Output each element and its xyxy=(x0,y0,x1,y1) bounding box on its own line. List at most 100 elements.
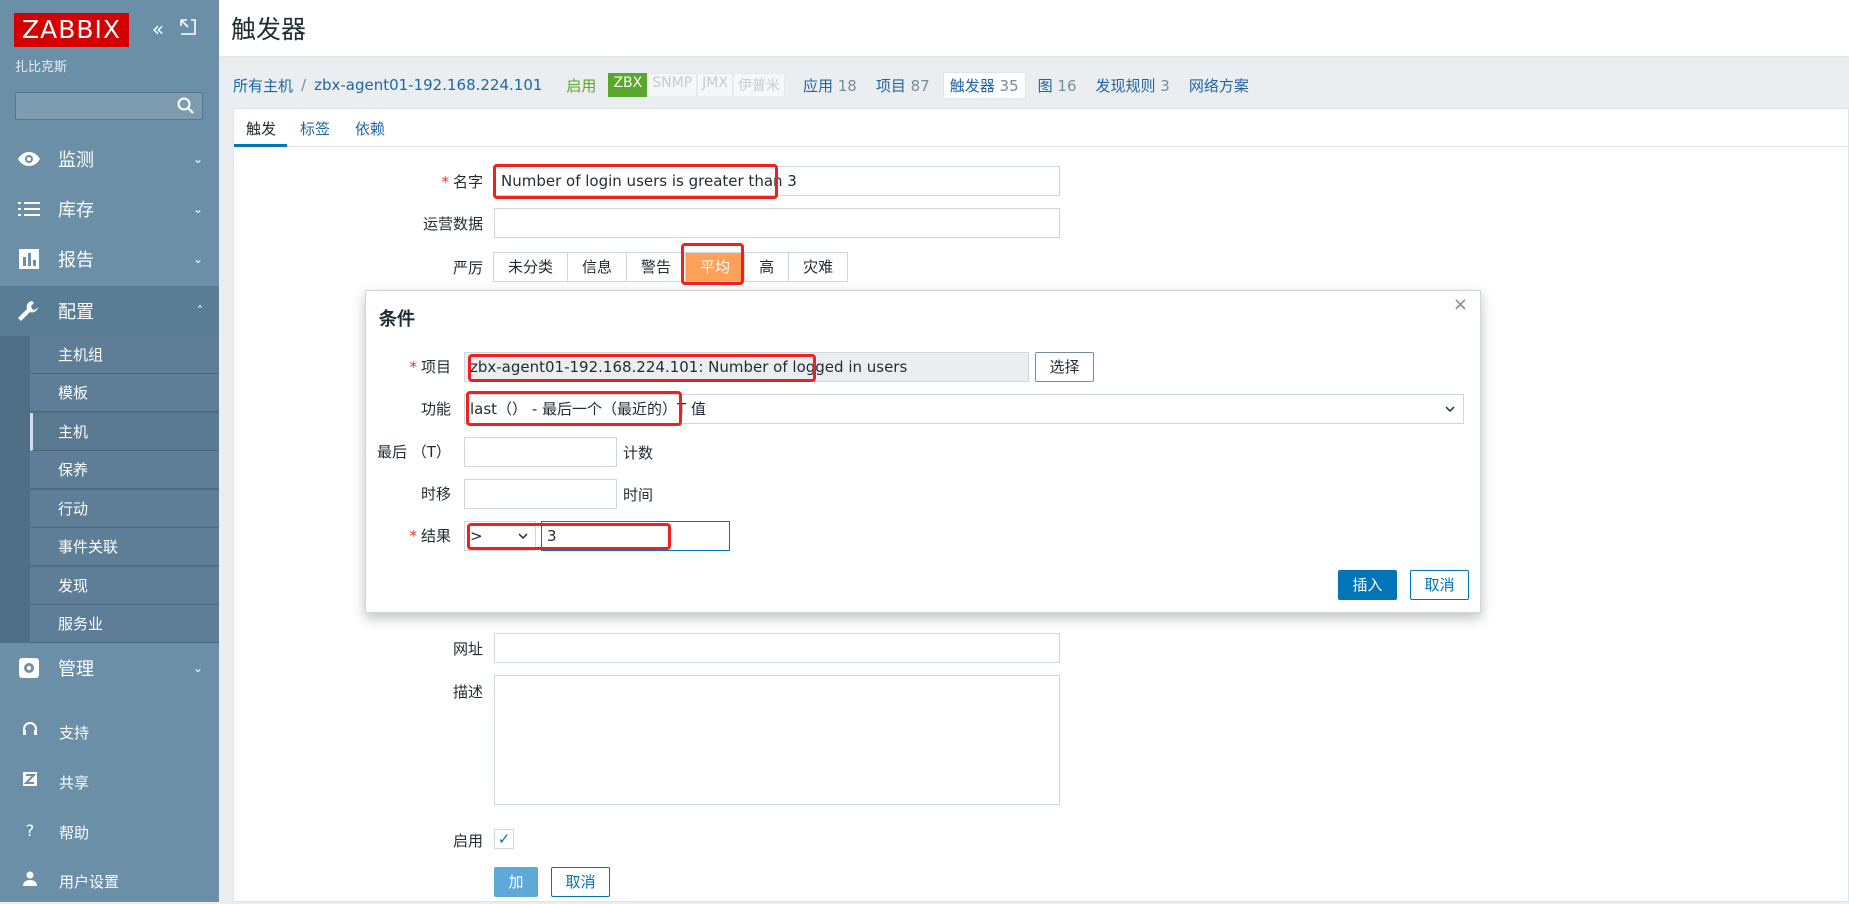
required-marker: * xyxy=(409,527,417,545)
help-icon: ? xyxy=(25,821,35,840)
sidebar-search-input[interactable] xyxy=(15,92,203,120)
cancel-button[interactable]: 取消 xyxy=(551,867,610,897)
result-value-input[interactable]: 3 xyxy=(541,521,730,551)
share-label: 共享 xyxy=(59,774,90,792)
function-label: 功能 xyxy=(420,400,451,418)
enabled-checkbox[interactable]: ✓ xyxy=(494,829,514,849)
tab-tags[interactable]: 标签 xyxy=(300,118,330,139)
tab-count: 3 xyxy=(1160,76,1170,95)
severity-average[interactable]: 平均 xyxy=(685,252,746,282)
submenu-templates[interactable]: 模板 xyxy=(30,374,219,412)
host-status-enabled[interactable]: 启用 xyxy=(566,75,596,96)
tab-label: 发现规则 xyxy=(1095,76,1156,95)
severity-disaster[interactable]: 灾难 xyxy=(788,252,849,282)
enabled-label: 启用 xyxy=(452,832,483,850)
menu-administration[interactable]: 管理 ⌄ xyxy=(0,643,219,693)
availability-jmx: JMX xyxy=(697,73,733,97)
tab-label: 项目 xyxy=(875,76,906,95)
last-t-input[interactable] xyxy=(464,437,617,467)
severity-high[interactable]: 高 xyxy=(744,252,790,282)
chevron-down-icon: ⌄ xyxy=(192,152,203,166)
help-label: 帮助 xyxy=(59,824,90,842)
add-button[interactable]: 加 xyxy=(494,867,538,897)
menu-inventory[interactable]: 库存 ⌄ xyxy=(0,184,219,234)
configuration-submenu: 主机组 模板 主机 保养 行动 事件关联 发现 服务业 xyxy=(0,336,219,643)
gear-icon xyxy=(19,658,39,678)
tab-trigger[interactable]: 触发 xyxy=(246,118,276,139)
host-tab-discovery-rules[interactable]: 发现规则 3 xyxy=(1096,75,1170,96)
menu-reports[interactable]: 报告 ⌄ xyxy=(0,234,219,284)
item-label-text: 项目 xyxy=(420,358,451,376)
select-item-button[interactable]: 选择 xyxy=(1035,352,1094,382)
time-shift-input[interactable] xyxy=(464,479,617,509)
submenu-maintenance[interactable]: 保养 xyxy=(30,451,219,489)
search-icon[interactable] xyxy=(176,96,196,116)
host-tab-applications[interactable]: 应用 18 xyxy=(803,75,857,96)
host-navigation: 所有主机 / zbx-agent01-192.168.224.101 启用 ZB… xyxy=(233,70,1268,100)
severity-warning[interactable]: 警告 xyxy=(626,252,687,282)
dialog-cancel-button[interactable]: 取消 xyxy=(1410,570,1469,600)
condition-dialog: 条件 × * 项目 zbx-agent01-192.168.224.101: Nu… xyxy=(365,290,1481,613)
menu-configuration[interactable]: 配置 ˄ xyxy=(0,286,219,336)
chevron-down-icon xyxy=(518,533,528,540)
insert-button[interactable]: 插入 xyxy=(1338,570,1397,600)
eye-icon xyxy=(18,152,40,166)
availability-indicators: ZBX SNMP JMX 伊普米 xyxy=(608,73,785,97)
user-settings-link[interactable]: 用户设置 xyxy=(0,858,219,904)
support-link[interactable]: 支持 xyxy=(0,709,219,755)
opdata-label: 运营数据 xyxy=(422,215,483,233)
severity-not-classified[interactable]: 未分类 xyxy=(493,252,569,282)
tab-label: 应用 xyxy=(802,76,833,95)
host-tab-web-scenarios[interactable]: 网络方案 xyxy=(1189,75,1249,96)
user-settings-label: 用户设置 xyxy=(59,873,120,891)
description-textarea[interactable] xyxy=(494,675,1060,805)
name-label-text: 名字 xyxy=(452,173,483,191)
tab-count: 87 xyxy=(910,76,930,95)
zabbix-logo[interactable]: ZABBIX xyxy=(14,13,129,47)
severity-label: 严厉 xyxy=(452,259,483,277)
availability-snmp: SNMP xyxy=(647,73,698,97)
submenu-host-groups[interactable]: 主机组 xyxy=(30,336,219,374)
operational-data-input[interactable] xyxy=(494,208,1060,238)
breadcrumb-host[interactable]: zbx-agent01-192.168.224.101 xyxy=(314,76,542,94)
name-input[interactable]: Number of login users is greater than 3 xyxy=(494,166,1060,196)
chevron-down-icon: ⌄ xyxy=(192,661,203,675)
submenu-services[interactable]: 服务业 xyxy=(30,605,219,643)
breadcrumb-separator: / xyxy=(301,76,307,94)
host-tab-triggers[interactable]: 触发器 35 xyxy=(942,71,1026,99)
sidebar: ZABBIX « 扎比克斯 监测 ⌄ 库存 ⌄ 报告 ⌄ 配置 ˄ 主机组 模板… xyxy=(0,0,219,902)
availability-zbx: ZBX xyxy=(608,73,648,97)
last-t-label: 最后 （T） xyxy=(377,443,451,461)
tab-dependencies[interactable]: 依赖 xyxy=(355,118,385,139)
function-select[interactable]: last（） - 最后一个（最近的）T 值 xyxy=(464,394,1464,424)
severity-information[interactable]: 信息 xyxy=(567,252,628,282)
url-label: 网址 xyxy=(452,640,483,658)
close-icon[interactable]: × xyxy=(1453,294,1468,315)
item-input[interactable]: zbx-agent01-192.168.224.101: Number of l… xyxy=(464,352,1029,382)
chevron-down-icon: ⌄ xyxy=(192,252,203,266)
share-icon xyxy=(20,771,40,791)
result-label: * 结果 xyxy=(386,525,451,546)
share-link[interactable]: 共享 xyxy=(0,759,219,805)
menu-label: 管理 xyxy=(58,659,94,680)
time-shift-label: 时移 xyxy=(420,485,451,503)
submenu-actions[interactable]: 行动 xyxy=(30,490,219,528)
dialog-title: 条件 xyxy=(379,309,415,330)
tab-count: 18 xyxy=(837,76,857,95)
host-tab-graphs[interactable]: 图 16 xyxy=(1038,75,1077,96)
page-title: 触发器 xyxy=(231,15,307,44)
host-tab-items[interactable]: 项目 87 xyxy=(876,75,930,96)
help-link[interactable]: ? 帮助 xyxy=(0,809,219,855)
url-input[interactable] xyxy=(494,633,1060,663)
kiosk-mode-icon[interactable] xyxy=(177,18,199,40)
collapse-sidebar-icon[interactable]: « xyxy=(147,18,169,40)
breadcrumb-all-hosts[interactable]: 所有主机 xyxy=(233,75,293,96)
headset-icon xyxy=(20,721,40,741)
menu-label: 配置 xyxy=(58,302,94,323)
menu-label: 库存 xyxy=(58,200,94,221)
tab-label: 图 xyxy=(1037,76,1053,95)
menu-monitoring[interactable]: 监测 ⌄ xyxy=(0,134,219,184)
submenu-hosts[interactable]: 主机 xyxy=(30,413,219,451)
submenu-discovery[interactable]: 发现 xyxy=(30,567,219,605)
submenu-event-correlation[interactable]: 事件关联 xyxy=(30,528,219,566)
